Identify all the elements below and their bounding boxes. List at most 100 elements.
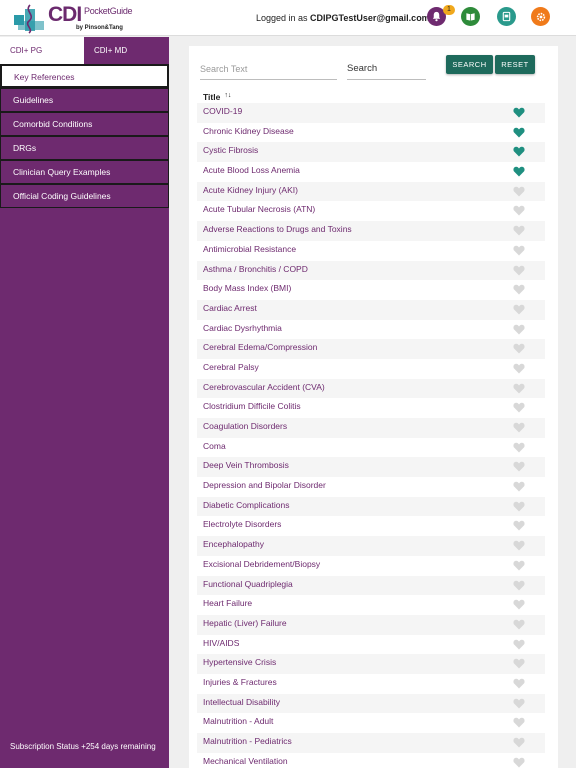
list-item[interactable]: Acute Kidney Injury (AKI) <box>197 181 545 202</box>
list-item[interactable]: Adverse Reactions to Drugs and Toxins <box>197 221 545 241</box>
list-item-title[interactable]: Injuries & Fractures <box>203 677 277 687</box>
list-item-title[interactable]: Electrolyte Disorders <box>203 519 281 529</box>
list-item-title[interactable]: Asthma / Bronchitis / COPD <box>203 264 308 274</box>
list-item[interactable]: Coagulation Disorders <box>197 418 545 438</box>
list-item[interactable]: Coma <box>197 437 545 458</box>
list-item-title[interactable]: Malnutrition - Adult <box>203 716 273 726</box>
favorite-heart-icon[interactable] <box>513 146 525 157</box>
list-item-title[interactable]: Adverse Reactions to Drugs and Toxins <box>203 224 352 234</box>
reset-button[interactable]: RESET <box>495 55 535 74</box>
list-item-title[interactable]: Cerebrovascular Accident (CVA) <box>203 382 325 392</box>
favorite-heart-icon[interactable] <box>513 737 525 748</box>
sort-icon[interactable]: ↑↓ <box>224 92 231 99</box>
list-item-title[interactable]: Hepatic (Liver) Failure <box>203 618 287 628</box>
list-item[interactable]: Deep Vein Thrombosis <box>197 457 545 478</box>
list-item[interactable]: Cardiac Arrest <box>197 299 545 320</box>
favorite-heart-icon[interactable] <box>513 225 525 236</box>
favorite-heart-icon[interactable] <box>513 265 525 276</box>
favorite-heart-icon[interactable] <box>513 461 525 472</box>
favorite-heart-icon[interactable] <box>513 166 525 177</box>
list-item-title[interactable]: HIV/AIDS <box>203 638 239 648</box>
search-button[interactable]: SEARCH <box>446 55 493 74</box>
list-item[interactable]: Asthma / Bronchitis / COPD <box>197 260 545 281</box>
list-item[interactable]: Functional Quadriplegia <box>197 575 545 596</box>
list-item[interactable]: Malnutrition - Pediatrics <box>197 733 545 753</box>
list-item[interactable]: Malnutrition - Adult <box>197 713 545 733</box>
favorite-heart-icon[interactable] <box>513 757 525 768</box>
list-item-title[interactable]: Body Mass Index (BMI) <box>203 283 291 293</box>
list-item-title[interactable]: Heart Failure <box>203 598 252 608</box>
sidebar-item-official-coding-guidelines[interactable]: Official Coding Guidelines <box>0 184 169 208</box>
list-item-title[interactable]: Chronic Kidney Disease <box>203 126 294 136</box>
list-item[interactable]: Encephalopathy <box>197 536 545 556</box>
favorite-heart-icon[interactable] <box>513 560 525 571</box>
list-item[interactable]: Electrolyte Disorders <box>197 516 545 537</box>
list-item-title[interactable]: Depression and Bipolar Disorder <box>203 480 326 490</box>
favorite-heart-icon[interactable] <box>513 678 525 689</box>
favorite-heart-icon[interactable] <box>513 107 525 118</box>
sidebar-item-key-references[interactable]: Key References <box>0 64 169 88</box>
list-item[interactable]: Antimicrobial Resistance <box>197 240 545 261</box>
favorite-heart-icon[interactable] <box>513 442 525 453</box>
list-item[interactable]: COVID-19 <box>197 103 545 123</box>
sidebar-item-drgs[interactable]: DRGs <box>0 136 169 160</box>
list-item-title[interactable]: Cerebral Palsy <box>203 362 259 372</box>
favorite-heart-icon[interactable] <box>513 205 525 216</box>
favorite-heart-icon[interactable] <box>513 580 525 591</box>
list-item[interactable]: Cerebral Palsy <box>197 358 545 379</box>
favorite-heart-icon[interactable] <box>513 619 525 630</box>
favorite-heart-icon[interactable] <box>513 481 525 492</box>
list-item[interactable]: Clostridium Difficile Colitis <box>197 398 545 418</box>
list-item[interactable]: Intellectual Disability <box>197 693 545 714</box>
favorite-heart-icon[interactable] <box>513 304 525 315</box>
list-item-title[interactable]: Cystic Fibrosis <box>203 145 258 155</box>
list-item-title[interactable]: Diabetic Complications <box>203 500 289 510</box>
list-item-title[interactable]: Acute Kidney Injury (AKI) <box>203 185 298 195</box>
list-item-title[interactable]: Intellectual Disability <box>203 697 280 707</box>
sidebar-item-comorbid-conditions[interactable]: Comorbid Conditions <box>0 112 169 136</box>
list-item-title[interactable]: Antimicrobial Resistance <box>203 244 296 254</box>
list-item-title[interactable]: Acute Blood Loss Anemia <box>203 165 300 175</box>
list-item[interactable]: Cardiac Dysrhythmia <box>197 319 545 340</box>
list-item[interactable]: Hepatic (Liver) Failure <box>197 614 545 635</box>
list-item-title[interactable]: Cardiac Dysrhythmia <box>203 323 282 333</box>
favorite-heart-icon[interactable] <box>513 422 525 433</box>
favorite-heart-icon[interactable] <box>513 658 525 669</box>
search-type-select[interactable]: Search <box>347 58 426 80</box>
list-item-title[interactable]: Acute Tubular Necrosis (ATN) <box>203 204 315 214</box>
tab-cdi-md[interactable]: CDI+ MD <box>84 37 169 64</box>
list-item[interactable]: Acute Tubular Necrosis (ATN) <box>197 201 545 222</box>
cdi-pocketguide-logo[interactable]: CDI PocketGuide by Pinson&Tang <box>14 3 133 34</box>
tablet-button[interactable] <box>497 7 516 26</box>
list-item-title[interactable]: Clostridium Difficile Colitis <box>203 401 301 411</box>
list-item[interactable]: Chronic Kidney Disease <box>197 122 545 143</box>
favorite-heart-icon[interactable] <box>513 363 525 374</box>
list-item[interactable]: Cerebrovascular Accident (CVA) <box>197 378 545 399</box>
list-item-title[interactable]: Hypertensive Crisis <box>203 657 276 667</box>
favorite-heart-icon[interactable] <box>513 599 525 610</box>
list-item[interactable]: Hypertensive Crisis <box>197 654 545 674</box>
list-item[interactable]: Mechanical Ventilation <box>197 752 545 768</box>
title-column-header[interactable]: Title ↑↓ <box>203 92 231 102</box>
list-item-title[interactable]: Deep Vein Thrombosis <box>203 460 289 470</box>
list-item[interactable]: HIV/AIDS <box>197 634 545 655</box>
sidebar-item-clinician-query-examples[interactable]: Clinician Query Examples <box>0 160 169 184</box>
list-item[interactable]: Cerebral Edema/Compression <box>197 339 545 359</box>
favorite-heart-icon[interactable] <box>513 324 525 335</box>
list-item[interactable]: Acute Blood Loss Anemia <box>197 162 545 182</box>
list-item[interactable]: Cystic Fibrosis <box>197 142 545 163</box>
favorite-heart-icon[interactable] <box>513 284 525 295</box>
favorite-heart-icon[interactable] <box>513 343 525 354</box>
favorite-heart-icon[interactable] <box>513 717 525 728</box>
favorite-heart-icon[interactable] <box>513 501 525 512</box>
list-item-title[interactable]: Mechanical Ventilation <box>203 756 288 766</box>
list-item[interactable]: Injuries & Fractures <box>197 673 545 694</box>
favorite-heart-icon[interactable] <box>513 383 525 394</box>
favorite-heart-icon[interactable] <box>513 186 525 197</box>
list-item-title[interactable]: Malnutrition - Pediatrics <box>203 736 292 746</box>
favorite-heart-icon[interactable] <box>513 245 525 256</box>
search-input[interactable] <box>200 58 337 80</box>
list-item-title[interactable]: Coma <box>203 441 226 451</box>
list-item-title[interactable]: Excisional Debridement/Biopsy <box>203 559 320 569</box>
favorite-heart-icon[interactable] <box>513 520 525 531</box>
